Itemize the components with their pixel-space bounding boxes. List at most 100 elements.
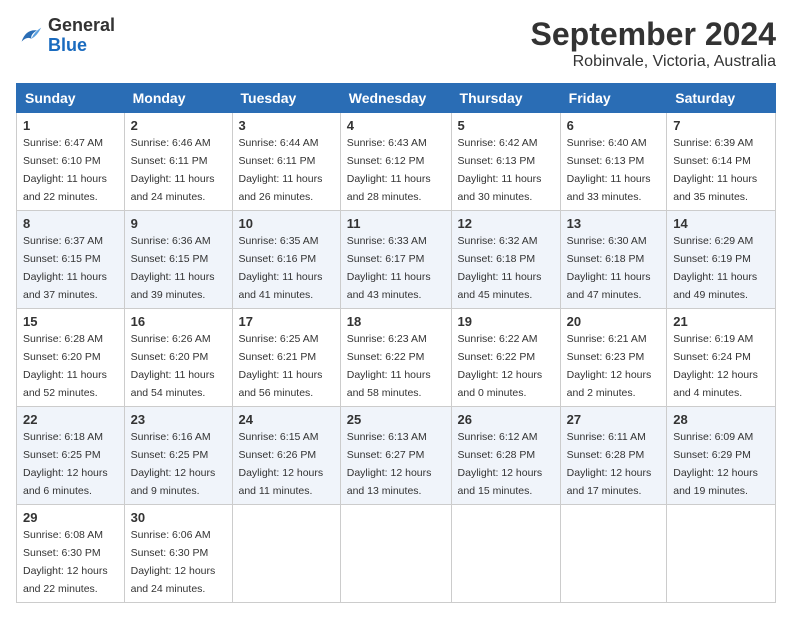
day-info: Sunrise: 6:39 AM Sunset: 6:14 PM Dayligh…	[673, 137, 757, 203]
day-number: 15	[23, 314, 118, 329]
day-number: 1	[23, 118, 118, 133]
calendar-cell: 25 Sunrise: 6:13 AM Sunset: 6:27 PM Dayli…	[340, 407, 451, 505]
day-info: Sunrise: 6:29 AM Sunset: 6:19 PM Dayligh…	[673, 235, 757, 301]
day-number: 29	[23, 510, 118, 525]
day-info: Sunrise: 6:08 AM Sunset: 6:30 PM Dayligh…	[23, 529, 108, 595]
day-number: 16	[131, 314, 226, 329]
location: Robinvale, Victoria, Australia	[531, 53, 776, 71]
day-info: Sunrise: 6:28 AM Sunset: 6:20 PM Dayligh…	[23, 333, 107, 399]
day-info: Sunrise: 6:37 AM Sunset: 6:15 PM Dayligh…	[23, 235, 107, 301]
day-number: 4	[347, 118, 445, 133]
day-number: 21	[673, 314, 769, 329]
day-number: 13	[567, 216, 661, 231]
day-number: 26	[458, 412, 554, 427]
calendar-cell: 9 Sunrise: 6:36 AM Sunset: 6:15 PM Daylig…	[124, 211, 232, 309]
day-info: Sunrise: 6:46 AM Sunset: 6:11 PM Dayligh…	[131, 137, 215, 203]
day-number: 20	[567, 314, 661, 329]
calendar-cell: 19 Sunrise: 6:22 AM Sunset: 6:22 PM Dayli…	[451, 309, 560, 407]
weekday-header: Wednesday	[340, 84, 451, 113]
calendar-header-row: SundayMondayTuesdayWednesdayThursdayFrid…	[17, 84, 776, 113]
calendar-cell	[560, 505, 667, 603]
calendar-cell: 1 Sunrise: 6:47 AM Sunset: 6:10 PM Daylig…	[17, 113, 125, 211]
day-info: Sunrise: 6:19 AM Sunset: 6:24 PM Dayligh…	[673, 333, 758, 399]
logo-general: General	[48, 16, 115, 36]
weekday-header: Thursday	[451, 84, 560, 113]
day-number: 18	[347, 314, 445, 329]
calendar-cell: 12Sunrise: 6:32 AM Sunset: 6:18 PM Dayli…	[451, 211, 560, 309]
calendar-cell: 26Sunrise: 6:12 AM Sunset: 6:28 PM Dayli…	[451, 407, 560, 505]
weekday-header: Tuesday	[232, 84, 340, 113]
day-info: Sunrise: 6:09 AM Sunset: 6:29 PM Dayligh…	[673, 431, 758, 497]
day-info: Sunrise: 6:06 AM Sunset: 6:30 PM Dayligh…	[131, 529, 216, 595]
calendar-cell: 21 Sunrise: 6:19 AM Sunset: 6:24 PM Dayli…	[667, 309, 776, 407]
day-info: Sunrise: 6:18 AM Sunset: 6:25 PM Dayligh…	[23, 431, 108, 497]
calendar-week-row: 8 Sunrise: 6:37 AM Sunset: 6:15 PM Daylig…	[17, 211, 776, 309]
logo-bird-icon	[16, 22, 44, 50]
calendar-cell	[232, 505, 340, 603]
calendar-cell: 7 Sunrise: 6:39 AM Sunset: 6:14 PM Daylig…	[667, 113, 776, 211]
page-header: General Blue September 2024 Robinvale, V…	[16, 16, 776, 71]
day-info: Sunrise: 6:22 AM Sunset: 6:22 PM Dayligh…	[458, 333, 543, 399]
day-number: 12	[458, 216, 554, 231]
day-number: 5	[458, 118, 554, 133]
day-number: 30	[131, 510, 226, 525]
calendar-cell	[340, 505, 451, 603]
day-info: Sunrise: 6:13 AM Sunset: 6:27 PM Dayligh…	[347, 431, 432, 497]
day-info: Sunrise: 6:26 AM Sunset: 6:20 PM Dayligh…	[131, 333, 215, 399]
calendar-cell	[667, 505, 776, 603]
day-number: 8	[23, 216, 118, 231]
day-info: Sunrise: 6:21 AM Sunset: 6:23 PM Dayligh…	[567, 333, 652, 399]
calendar-cell: 18 Sunrise: 6:23 AM Sunset: 6:22 PM Dayli…	[340, 309, 451, 407]
day-number: 24	[239, 412, 334, 427]
logo: General Blue	[16, 16, 115, 56]
calendar-cell: 22Sunrise: 6:18 AM Sunset: 6:25 PM Dayli…	[17, 407, 125, 505]
day-number: 11	[347, 216, 445, 231]
calendar-cell: 4 Sunrise: 6:43 AM Sunset: 6:12 PM Daylig…	[340, 113, 451, 211]
day-info: Sunrise: 6:23 AM Sunset: 6:22 PM Dayligh…	[347, 333, 431, 399]
title-area: September 2024 Robinvale, Victoria, Aust…	[531, 16, 776, 71]
day-info: Sunrise: 6:47 AM Sunset: 6:10 PM Dayligh…	[23, 137, 107, 203]
calendar-cell: 13 Sunrise: 6:30 AM Sunset: 6:18 PM Dayli…	[560, 211, 667, 309]
calendar-cell: 17 Sunrise: 6:25 AM Sunset: 6:21 PM Dayli…	[232, 309, 340, 407]
calendar-cell: 10Sunrise: 6:35 AM Sunset: 6:16 PM Dayli…	[232, 211, 340, 309]
day-info: Sunrise: 6:40 AM Sunset: 6:13 PM Dayligh…	[567, 137, 651, 203]
weekday-header: Monday	[124, 84, 232, 113]
day-number: 17	[239, 314, 334, 329]
day-number: 19	[458, 314, 554, 329]
day-number: 7	[673, 118, 769, 133]
day-info: Sunrise: 6:36 AM Sunset: 6:15 PM Dayligh…	[131, 235, 215, 301]
calendar-week-row: 29 Sunrise: 6:08 AM Sunset: 6:30 PM Dayli…	[17, 505, 776, 603]
calendar-cell: 15 Sunrise: 6:28 AM Sunset: 6:20 PM Dayli…	[17, 309, 125, 407]
weekday-header: Saturday	[667, 84, 776, 113]
day-number: 9	[131, 216, 226, 231]
day-info: Sunrise: 6:43 AM Sunset: 6:12 PM Dayligh…	[347, 137, 431, 203]
logo-blue: Blue	[48, 36, 115, 56]
month-title: September 2024	[531, 16, 776, 53]
weekday-header: Sunday	[17, 84, 125, 113]
day-number: 6	[567, 118, 661, 133]
calendar-cell: 30 Sunrise: 6:06 AM Sunset: 6:30 PM Dayli…	[124, 505, 232, 603]
calendar-cell: 6 Sunrise: 6:40 AM Sunset: 6:13 PM Daylig…	[560, 113, 667, 211]
day-info: Sunrise: 6:30 AM Sunset: 6:18 PM Dayligh…	[567, 235, 651, 301]
day-number: 14	[673, 216, 769, 231]
day-info: Sunrise: 6:42 AM Sunset: 6:13 PM Dayligh…	[458, 137, 542, 203]
calendar-cell: 8 Sunrise: 6:37 AM Sunset: 6:15 PM Daylig…	[17, 211, 125, 309]
day-info: Sunrise: 6:11 AM Sunset: 6:28 PM Dayligh…	[567, 431, 652, 497]
calendar-cell: 24Sunrise: 6:15 AM Sunset: 6:26 PM Dayli…	[232, 407, 340, 505]
calendar-cell: 3Sunrise: 6:44 AM Sunset: 6:11 PM Daylig…	[232, 113, 340, 211]
day-number: 2	[131, 118, 226, 133]
calendar-table: SundayMondayTuesdayWednesdayThursdayFrid…	[16, 83, 776, 603]
day-info: Sunrise: 6:16 AM Sunset: 6:25 PM Dayligh…	[131, 431, 216, 497]
day-number: 23	[131, 412, 226, 427]
day-number: 25	[347, 412, 445, 427]
calendar-week-row: 22Sunrise: 6:18 AM Sunset: 6:25 PM Dayli…	[17, 407, 776, 505]
calendar-week-row: 1 Sunrise: 6:47 AM Sunset: 6:10 PM Daylig…	[17, 113, 776, 211]
calendar-cell: 27 Sunrise: 6:11 AM Sunset: 6:28 PM Dayli…	[560, 407, 667, 505]
calendar-week-row: 15 Sunrise: 6:28 AM Sunset: 6:20 PM Dayli…	[17, 309, 776, 407]
calendar-cell: 11Sunrise: 6:33 AM Sunset: 6:17 PM Dayli…	[340, 211, 451, 309]
day-number: 27	[567, 412, 661, 427]
calendar-cell	[451, 505, 560, 603]
day-number: 10	[239, 216, 334, 231]
day-info: Sunrise: 6:25 AM Sunset: 6:21 PM Dayligh…	[239, 333, 323, 399]
calendar-cell: 14 Sunrise: 6:29 AM Sunset: 6:19 PM Dayli…	[667, 211, 776, 309]
